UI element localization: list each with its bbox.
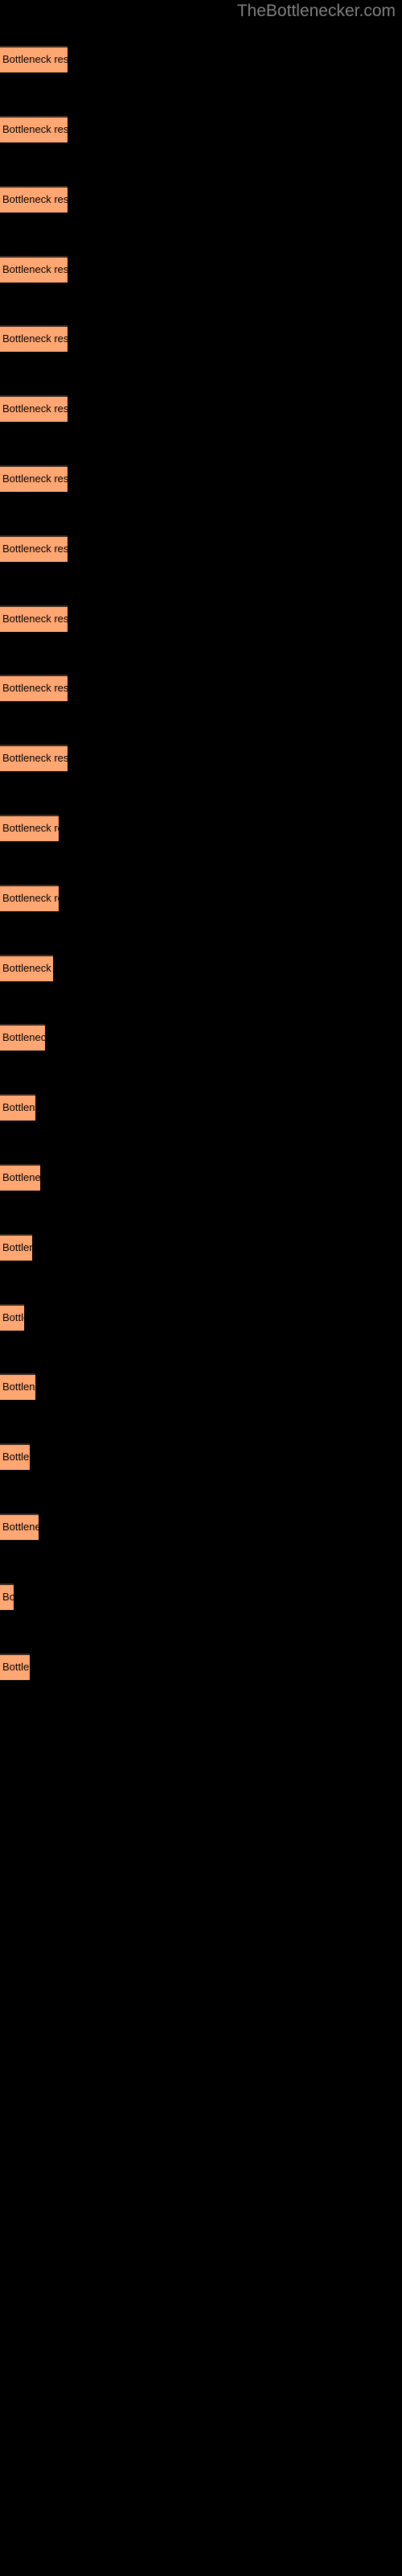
bottleneck-result-bar[interactable]: Bottleneck result [0, 1513, 39, 1540]
bar-label: Bottleneck result [2, 1311, 24, 1323]
bottleneck-result-bar[interactable]: Bottleneck result [0, 46, 68, 72]
bar-label: Bottleneck result [2, 473, 68, 485]
bottleneck-result-bar[interactable]: Bottleneck result [0, 256, 68, 283]
bottleneck-result-bar[interactable]: Bottleneck result [0, 1653, 30, 1680]
bar-label: Bottleneck result [2, 1241, 32, 1253]
bar-label: Bottleneck result [2, 1031, 45, 1043]
bar-label: Bottleneck result [2, 822, 59, 834]
bar-label: Bottleneck result [2, 1171, 40, 1183]
bottleneck-bar-chart: Bottleneck result Bottleneck result Bottle… [0, 0, 402, 2576]
bottleneck-result-bar[interactable]: Bottleneck result [0, 955, 53, 981]
bottleneck-result-bar[interactable]: Bottleneck result [0, 815, 59, 841]
bottleneck-result-bar[interactable]: Bottleneck result [0, 1094, 35, 1121]
bar-label: Bottleneck result [2, 682, 68, 694]
bottleneck-result-bar[interactable]: Bottleneck result [0, 186, 68, 213]
bar-label: Bottleneck result [2, 263, 68, 275]
bar-label: Bottleneck result [2, 613, 68, 625]
page-root: TheBottlenecker.com Bottleneck resultBot… [0, 0, 402, 2576]
bottleneck-result-bar[interactable]: Bottleneck result [0, 1583, 14, 1610]
bar-label: Bottleneck result [2, 53, 68, 65]
bar-label: Bottleneck result [2, 1381, 35, 1393]
bar-label: Bottleneck result [2, 1101, 35, 1113]
bottleneck-result-bar[interactable]: Bottleneck result [0, 535, 68, 562]
bottleneck-result-bar[interactable]: Bottleneck result [0, 465, 68, 492]
bottleneck-result-bar[interactable]: Bottleneck result [0, 1443, 30, 1470]
bottleneck-result-bar[interactable]: Bottleneck result [0, 605, 68, 632]
bar-label: Bottleneck result [2, 962, 53, 974]
bar-label: Bottleneck result [2, 752, 68, 764]
bottleneck-result-bar[interactable]: Bottleneck result [0, 675, 68, 701]
bar-label: Bottleneck result [2, 193, 68, 205]
bar-label: Bottleneck result [2, 892, 59, 904]
bottleneck-result-bar[interactable]: Bottleneck result [0, 395, 68, 422]
bar-label: Bottleneck result [2, 543, 68, 555]
bar-label: Bottleneck result [2, 332, 68, 345]
bar-label: Bottleneck result [2, 1521, 39, 1533]
bottleneck-result-bar[interactable]: Bottleneck result [0, 1304, 24, 1331]
bar-label: Bottleneck result [2, 123, 68, 135]
bottleneck-result-bar[interactable]: Bottleneck result [0, 1164, 40, 1191]
bar-label: Bottleneck result [2, 402, 68, 415]
bottleneck-result-bar[interactable]: Bottleneck result [0, 325, 68, 352]
bar-label: Bottleneck result [2, 1451, 30, 1463]
bottleneck-result-bar[interactable]: Bottleneck result [0, 116, 68, 142]
bottleneck-result-bar[interactable]: Bottleneck result [0, 745, 68, 771]
bottleneck-result-bar[interactable]: Bottleneck result [0, 1234, 32, 1261]
bar-label: Bottleneck result [2, 1661, 30, 1673]
bottleneck-result-bar[interactable]: Bottleneck result [0, 1373, 35, 1400]
bottleneck-result-bar[interactable]: Bottleneck result [0, 885, 59, 911]
bottleneck-result-bar[interactable]: Bottleneck result [0, 1024, 45, 1051]
bar-label: Bottleneck result [2, 1591, 14, 1603]
